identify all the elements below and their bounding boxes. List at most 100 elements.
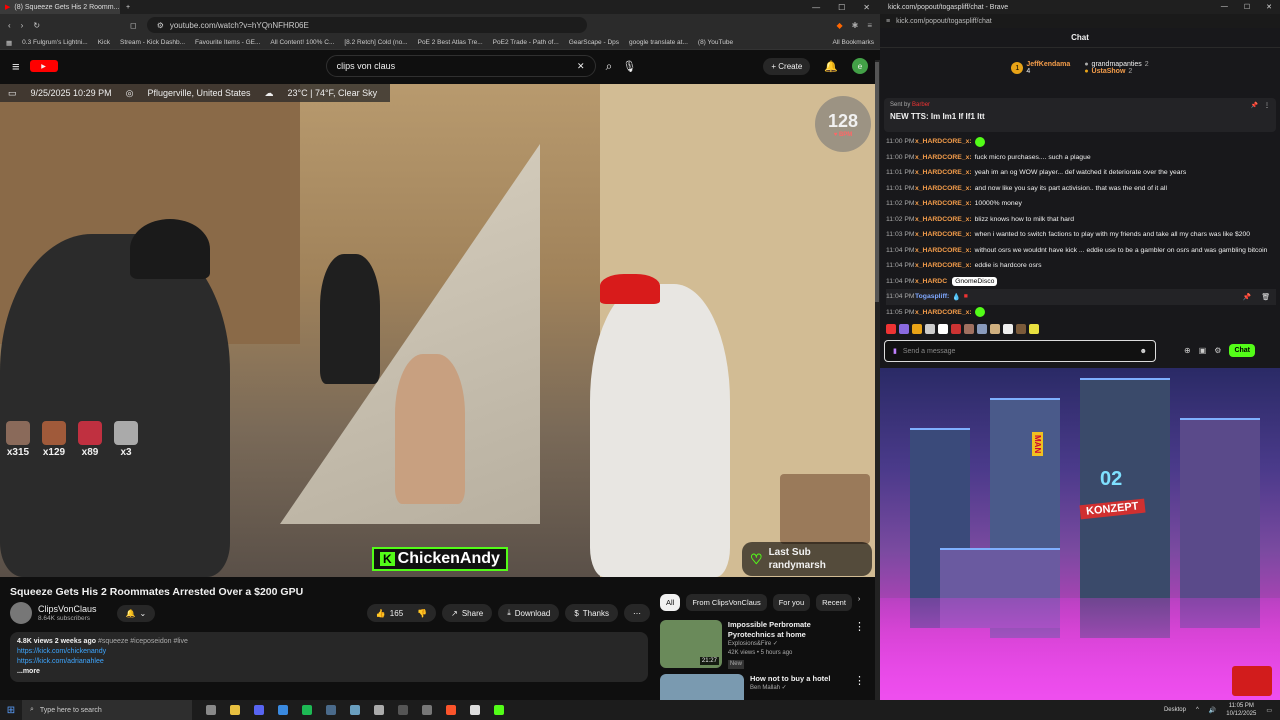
chat-username[interactable]: Togaspliff: [915, 293, 949, 300]
pinned-user[interactable]: Barber [912, 102, 930, 108]
minimize-icon[interactable]: — [812, 3, 820, 12]
subscribe-bell-button[interactable]: 🔔 ⌄ [116, 604, 156, 622]
hashtags[interactable]: #squeeze #iceposeidon #live [98, 638, 188, 645]
create-button[interactable]: + Create [763, 57, 811, 75]
emoji-picker-icon[interactable]: ☻ [1140, 348, 1147, 355]
video-thumbnail[interactable] [660, 674, 744, 700]
emote-icon[interactable] [977, 324, 987, 334]
emote-icon[interactable] [886, 324, 896, 334]
forward-icon[interactable]: › [21, 21, 24, 30]
description-link[interactable]: https://kick.com/adrianahlee [17, 657, 641, 667]
taskbar-search[interactable]: ⌕ Type here to search [22, 700, 192, 720]
youtube-logo[interactable]: ▶ [29, 60, 58, 72]
bookmark-item[interactable]: [8.2 Retch] Cold (no... [344, 39, 407, 46]
app-icon[interactable] [422, 705, 432, 715]
emote-icon[interactable] [951, 324, 961, 334]
hamburger-icon[interactable]: ≡ [12, 59, 20, 74]
emote-icon[interactable] [990, 324, 1000, 334]
chat-username[interactable]: x_HARDCORE_x: [915, 262, 972, 269]
chip-recent[interactable]: Recent [816, 594, 852, 611]
app-icon[interactable] [374, 705, 384, 715]
chat-username[interactable]: x_HARDC [915, 278, 947, 285]
volume-icon[interactable]: 🔊 [1209, 707, 1216, 714]
more-vert-icon[interactable]: ⋮ [854, 620, 865, 669]
obs-icon[interactable] [398, 705, 408, 715]
bookmark-item[interactable]: GearScape - Dps [569, 39, 619, 46]
more-actions-button[interactable]: ⋯ [624, 604, 650, 622]
bookmark-item[interactable]: All Bookmarks [832, 39, 874, 46]
file-explorer-icon[interactable] [230, 705, 240, 715]
emote-icon[interactable] [925, 324, 935, 334]
search-input[interactable]: clips von claus [337, 61, 396, 71]
maximize-icon[interactable]: ☐ [1244, 3, 1250, 11]
emote-icon[interactable] [964, 324, 974, 334]
close-window-icon[interactable]: ✕ [1266, 3, 1272, 11]
clock[interactable]: 11:05 PM 10/12/2025 [1226, 702, 1256, 718]
download-button[interactable]: ⤓ Download [498, 604, 560, 622]
show-more-link[interactable]: ...more [17, 668, 40, 675]
bookmark-item[interactable]: PoE 2 Best Atlas Tre... [418, 39, 483, 46]
recommended-video[interactable]: 21:27 Impossible Perbromate Pyrotechnics… [660, 620, 865, 669]
chat-username[interactable]: x_HARDCORE_x: [915, 185, 972, 192]
chat-username[interactable]: x_HARDCORE_x: [915, 200, 972, 207]
channel-avatar[interactable] [10, 602, 32, 624]
like-button[interactable]: 👍 165 👎 [366, 604, 437, 622]
maximize-icon[interactable]: ☐ [838, 3, 845, 12]
apps-icon[interactable]: ▦ [6, 39, 12, 47]
bookmark-item[interactable]: Kick [98, 39, 110, 46]
chip-from-channel[interactable]: From ClipsVonClaus [686, 594, 767, 611]
minimize-icon[interactable]: — [1221, 3, 1228, 11]
clear-search-icon[interactable]: ✕ [577, 61, 585, 72]
new-tab-icon[interactable]: + [126, 4, 130, 11]
emote-icon[interactable] [1003, 324, 1013, 334]
back-icon[interactable]: ‹ [8, 21, 11, 30]
emote-icon[interactable] [1029, 324, 1039, 334]
browser-tab-youtube[interactable]: ▶ (8) Squeeze Gets His 2 Roomm... ✕ [0, 0, 120, 14]
emote-icon[interactable] [912, 324, 922, 334]
notifications-icon[interactable]: 🔔 [824, 60, 838, 73]
more-vert-icon[interactable]: ⋮ [854, 674, 865, 700]
brave-icon[interactable] [446, 705, 456, 715]
menu-icon[interactable]: ≡ [886, 18, 890, 25]
emote-icon[interactable] [938, 324, 948, 334]
kick-icon[interactable] [494, 705, 504, 715]
chat-username[interactable]: x_HARDCORE_x: [915, 169, 972, 176]
site-info-icon[interactable]: ⚙ [157, 21, 164, 30]
chevron-up-icon[interactable]: ^ [1196, 707, 1199, 713]
notification-center-icon[interactable]: ▭ [1266, 707, 1272, 714]
chip-for-you[interactable]: For you [772, 594, 811, 611]
reload-icon[interactable]: ↻ [33, 21, 40, 30]
app-icon[interactable] [350, 705, 360, 715]
app-icon[interactable] [470, 705, 480, 715]
chat-username[interactable]: x_HARDCORE_x: [915, 154, 972, 161]
close-window-icon[interactable]: ✕ [863, 3, 870, 12]
chat-username[interactable]: x_HARDCORE_x: [915, 247, 972, 254]
windows-start-icon[interactable]: ⊞ [0, 705, 22, 716]
chat-username[interactable]: x_HARDCORE_x: [915, 216, 972, 223]
shield-icon[interactable]: ◆ [836, 21, 842, 30]
description-link[interactable]: https://kick.com/chickenandy [17, 647, 641, 657]
steam-icon[interactable] [326, 705, 336, 715]
thanks-button[interactable]: $ Thanks [565, 604, 618, 622]
emote-icon[interactable] [1016, 324, 1026, 334]
bookmark-icon[interactable]: ◻ [130, 21, 137, 30]
recommended-video[interactable]: How not to buy a hotel Ben Mallah ✓ ⋮ [660, 674, 865, 700]
menu-icon[interactable]: ≡ [867, 21, 872, 30]
chat-username[interactable]: x_HARDCORE_x: [915, 138, 972, 145]
task-view-icon[interactable] [206, 705, 216, 715]
bookmark-item[interactable]: 0.3 Fulgrum's Lightni... [22, 39, 88, 46]
rec-title[interactable]: Impossible Perbromate Pyrotechnics at ho… [728, 620, 811, 639]
send-chat-button[interactable]: Chat [1229, 344, 1255, 357]
channel-name[interactable]: ClipsVonClaus [38, 604, 97, 614]
app-icon[interactable] [278, 705, 288, 715]
chat-input[interactable]: ▮ Send a message ☻ [884, 340, 1156, 362]
video-player[interactable]: ▭ 9/25/2025 10:29 PM ◎ Pflugerville, Uni… [0, 84, 875, 577]
chat-username[interactable]: x_HARDCORE_x: [915, 231, 972, 238]
share-button[interactable]: ↗ Share [442, 604, 493, 622]
url-field[interactable]: ⚙ youtube.com/watch?v=hYQnNFHR06E [146, 17, 587, 33]
rec-title[interactable]: How not to buy a hotel [750, 674, 830, 683]
settings-icon[interactable]: ⚙ [1214, 346, 1221, 355]
dislike-button[interactable]: 👎 [417, 609, 427, 618]
bookmark-item[interactable]: google translate at... [629, 39, 688, 46]
emote-icon[interactable] [899, 324, 909, 334]
